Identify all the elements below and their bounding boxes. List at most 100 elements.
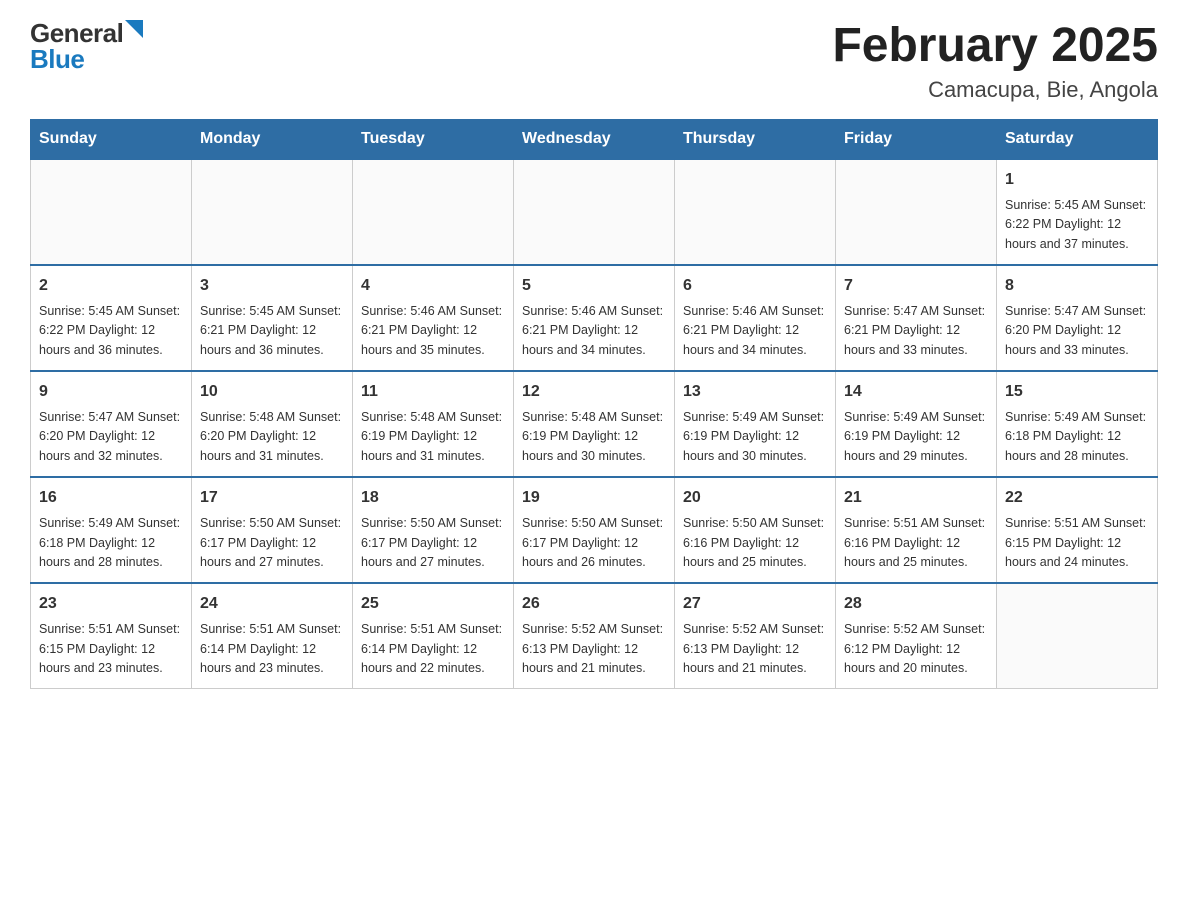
day-info: Sunrise: 5:46 AM Sunset: 6:21 PM Dayligh… bbox=[683, 302, 827, 360]
calendar-cell: 23 Sunrise: 5:51 AM Sunset: 6:15 PM Dayli… bbox=[31, 583, 192, 689]
calendar-cell: 3 Sunrise: 5:45 AM Sunset: 6:21 PM Daylig… bbox=[192, 265, 353, 371]
logo-arrow-icon bbox=[125, 20, 143, 38]
day-number: 16 bbox=[39, 486, 183, 510]
day-info: Sunrise: 5:51 AM Sunset: 6:15 PM Dayligh… bbox=[39, 620, 183, 678]
day-info: Sunrise: 5:49 AM Sunset: 6:18 PM Dayligh… bbox=[39, 514, 183, 572]
day-number: 15 bbox=[1005, 380, 1149, 404]
title-block: February 2025 Camacupa, Bie, Angola bbox=[832, 20, 1158, 103]
calendar-cell: 5 Sunrise: 5:46 AM Sunset: 6:21 PM Daylig… bbox=[514, 265, 675, 371]
day-number: 9 bbox=[39, 380, 183, 404]
calendar-cell: 13Sunrise: 5:49 AM Sunset: 6:19 PM Dayli… bbox=[675, 371, 836, 477]
day-number: 21 bbox=[844, 486, 988, 510]
calendar-cell bbox=[836, 159, 997, 265]
day-of-week-tuesday: Tuesday bbox=[353, 119, 514, 159]
calendar-cell bbox=[192, 159, 353, 265]
calendar-cell: 11Sunrise: 5:48 AM Sunset: 6:19 PM Dayli… bbox=[353, 371, 514, 477]
day-number: 1 bbox=[1005, 168, 1149, 192]
week-row-2: 2 Sunrise: 5:45 AM Sunset: 6:22 PM Daylig… bbox=[31, 265, 1158, 371]
day-number: 23 bbox=[39, 592, 183, 616]
calendar-subtitle: Camacupa, Bie, Angola bbox=[832, 77, 1158, 103]
day-number: 17 bbox=[200, 486, 344, 510]
calendar-cell bbox=[353, 159, 514, 265]
calendar-cell: 9 Sunrise: 5:47 AM Sunset: 6:20 PM Daylig… bbox=[31, 371, 192, 477]
day-info: Sunrise: 5:46 AM Sunset: 6:21 PM Dayligh… bbox=[522, 302, 666, 360]
calendar-cell: 2 Sunrise: 5:45 AM Sunset: 6:22 PM Daylig… bbox=[31, 265, 192, 371]
day-number: 13 bbox=[683, 380, 827, 404]
day-info: Sunrise: 5:47 AM Sunset: 6:21 PM Dayligh… bbox=[844, 302, 988, 360]
calendar-cell: 17 Sunrise: 5:50 AM Sunset: 6:17 PM Dayli… bbox=[192, 477, 353, 583]
day-info: Sunrise: 5:52 AM Sunset: 6:13 PM Dayligh… bbox=[683, 620, 827, 678]
day-number: 4 bbox=[361, 274, 505, 298]
day-info: Sunrise: 5:45 AM Sunset: 6:21 PM Dayligh… bbox=[200, 302, 344, 360]
day-of-week-friday: Friday bbox=[836, 119, 997, 159]
day-info: Sunrise: 5:51 AM Sunset: 6:14 PM Dayligh… bbox=[361, 620, 505, 678]
calendar-body: 1 Sunrise: 5:45 AM Sunset: 6:22 PM Daylig… bbox=[31, 159, 1158, 689]
day-number: 2 bbox=[39, 274, 183, 298]
day-number: 12 bbox=[522, 380, 666, 404]
calendar-cell: 27 Sunrise: 5:52 AM Sunset: 6:13 PM Dayli… bbox=[675, 583, 836, 689]
day-number: 11 bbox=[361, 380, 505, 404]
day-number: 27 bbox=[683, 592, 827, 616]
logo-general-text: General bbox=[30, 20, 123, 46]
calendar-cell: 25 Sunrise: 5:51 AM Sunset: 6:14 PM Dayli… bbox=[353, 583, 514, 689]
calendar-cell: 4Sunrise: 5:46 AM Sunset: 6:21 PM Daylig… bbox=[353, 265, 514, 371]
week-row-1: 1 Sunrise: 5:45 AM Sunset: 6:22 PM Daylig… bbox=[31, 159, 1158, 265]
day-info: Sunrise: 5:51 AM Sunset: 6:15 PM Dayligh… bbox=[1005, 514, 1149, 572]
calendar-cell bbox=[997, 583, 1158, 689]
day-number: 25 bbox=[361, 592, 505, 616]
day-number: 14 bbox=[844, 380, 988, 404]
page-header: General Blue February 2025 Camacupa, Bie… bbox=[30, 20, 1158, 103]
day-info: Sunrise: 5:50 AM Sunset: 6:16 PM Dayligh… bbox=[683, 514, 827, 572]
calendar-cell: 19 Sunrise: 5:50 AM Sunset: 6:17 PM Dayli… bbox=[514, 477, 675, 583]
day-info: Sunrise: 5:47 AM Sunset: 6:20 PM Dayligh… bbox=[39, 408, 183, 466]
day-info: Sunrise: 5:50 AM Sunset: 6:17 PM Dayligh… bbox=[522, 514, 666, 572]
day-of-week-monday: Monday bbox=[192, 119, 353, 159]
day-number: 20 bbox=[683, 486, 827, 510]
calendar-cell: 26Sunrise: 5:52 AM Sunset: 6:13 PM Dayli… bbox=[514, 583, 675, 689]
day-info: Sunrise: 5:50 AM Sunset: 6:17 PM Dayligh… bbox=[200, 514, 344, 572]
calendar-cell: 20 Sunrise: 5:50 AM Sunset: 6:16 PM Dayli… bbox=[675, 477, 836, 583]
calendar-cell: 22Sunrise: 5:51 AM Sunset: 6:15 PM Dayli… bbox=[997, 477, 1158, 583]
calendar-table: SundayMondayTuesdayWednesdayThursdayFrid… bbox=[30, 119, 1158, 690]
day-number: 7 bbox=[844, 274, 988, 298]
day-of-week-saturday: Saturday bbox=[997, 119, 1158, 159]
calendar-cell: 21 Sunrise: 5:51 AM Sunset: 6:16 PM Dayli… bbox=[836, 477, 997, 583]
day-of-week-thursday: Thursday bbox=[675, 119, 836, 159]
calendar-cell: 6 Sunrise: 5:46 AM Sunset: 6:21 PM Daylig… bbox=[675, 265, 836, 371]
calendar-header: SundayMondayTuesdayWednesdayThursdayFrid… bbox=[31, 119, 1158, 159]
day-info: Sunrise: 5:52 AM Sunset: 6:12 PM Dayligh… bbox=[844, 620, 988, 678]
calendar-cell: 14Sunrise: 5:49 AM Sunset: 6:19 PM Dayli… bbox=[836, 371, 997, 477]
day-info: Sunrise: 5:51 AM Sunset: 6:16 PM Dayligh… bbox=[844, 514, 988, 572]
calendar-cell: 28 Sunrise: 5:52 AM Sunset: 6:12 PM Dayli… bbox=[836, 583, 997, 689]
week-row-4: 16 Sunrise: 5:49 AM Sunset: 6:18 PM Dayli… bbox=[31, 477, 1158, 583]
day-number: 5 bbox=[522, 274, 666, 298]
calendar-cell: 8 Sunrise: 5:47 AM Sunset: 6:20 PM Daylig… bbox=[997, 265, 1158, 371]
day-number: 24 bbox=[200, 592, 344, 616]
day-number: 6 bbox=[683, 274, 827, 298]
day-info: Sunrise: 5:47 AM Sunset: 6:20 PM Dayligh… bbox=[1005, 302, 1149, 360]
day-number: 10 bbox=[200, 380, 344, 404]
day-info: Sunrise: 5:45 AM Sunset: 6:22 PM Dayligh… bbox=[39, 302, 183, 360]
day-info: Sunrise: 5:51 AM Sunset: 6:14 PM Dayligh… bbox=[200, 620, 344, 678]
logo: General Blue bbox=[30, 20, 143, 72]
days-of-week-row: SundayMondayTuesdayWednesdayThursdayFrid… bbox=[31, 119, 1158, 159]
day-info: Sunrise: 5:49 AM Sunset: 6:18 PM Dayligh… bbox=[1005, 408, 1149, 466]
calendar-cell bbox=[675, 159, 836, 265]
calendar-cell: 10Sunrise: 5:48 AM Sunset: 6:20 PM Dayli… bbox=[192, 371, 353, 477]
day-info: Sunrise: 5:52 AM Sunset: 6:13 PM Dayligh… bbox=[522, 620, 666, 678]
day-number: 3 bbox=[200, 274, 344, 298]
day-of-week-sunday: Sunday bbox=[31, 119, 192, 159]
logo-blue-text: Blue bbox=[30, 46, 84, 72]
calendar-cell: 12Sunrise: 5:48 AM Sunset: 6:19 PM Dayli… bbox=[514, 371, 675, 477]
day-number: 19 bbox=[522, 486, 666, 510]
day-info: Sunrise: 5:50 AM Sunset: 6:17 PM Dayligh… bbox=[361, 514, 505, 572]
calendar-cell: 1 Sunrise: 5:45 AM Sunset: 6:22 PM Daylig… bbox=[997, 159, 1158, 265]
calendar-cell: 24 Sunrise: 5:51 AM Sunset: 6:14 PM Dayli… bbox=[192, 583, 353, 689]
day-number: 28 bbox=[844, 592, 988, 616]
day-number: 8 bbox=[1005, 274, 1149, 298]
calendar-cell: 18Sunrise: 5:50 AM Sunset: 6:17 PM Dayli… bbox=[353, 477, 514, 583]
calendar-cell: 15 Sunrise: 5:49 AM Sunset: 6:18 PM Dayli… bbox=[997, 371, 1158, 477]
calendar-cell bbox=[31, 159, 192, 265]
day-info: Sunrise: 5:45 AM Sunset: 6:22 PM Dayligh… bbox=[1005, 196, 1149, 254]
calendar-title: February 2025 bbox=[832, 20, 1158, 73]
